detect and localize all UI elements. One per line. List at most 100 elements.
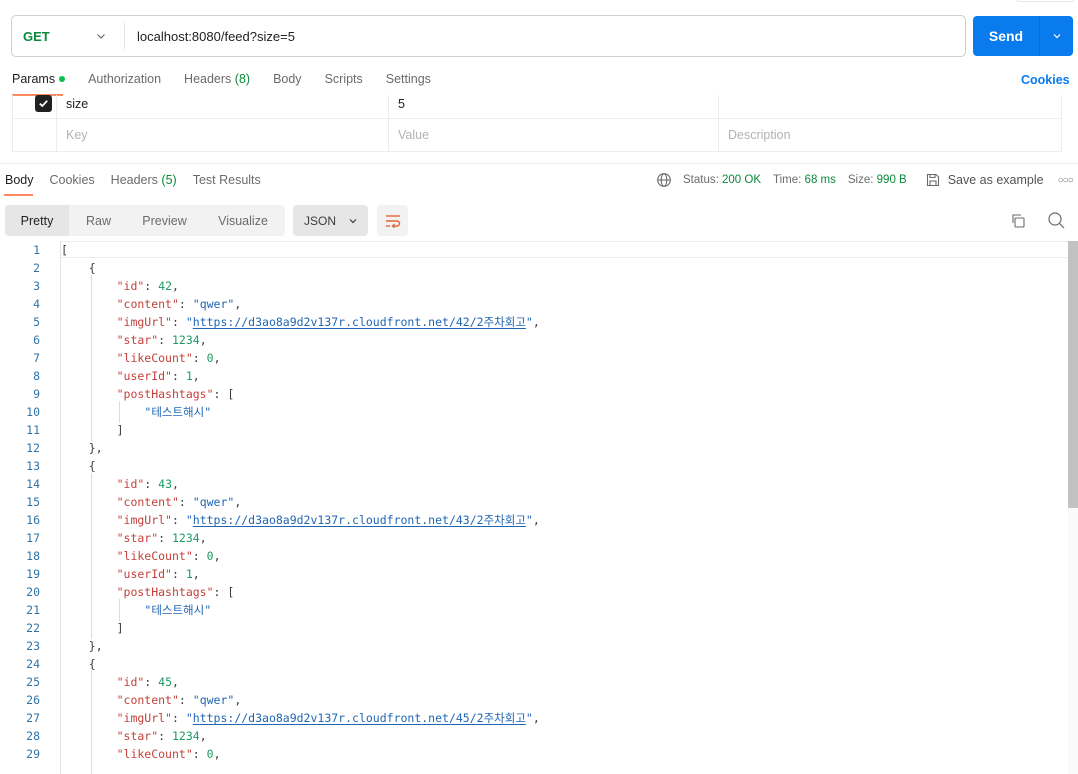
tab-response-headers[interactable]: Headers (5) bbox=[111, 173, 177, 187]
code-line: 18 "likeCount": 0, bbox=[0, 547, 1068, 565]
code-token: "likeCount" bbox=[116, 549, 193, 563]
code-token: : bbox=[192, 351, 207, 365]
tab-authorization[interactable]: Authorization bbox=[88, 72, 161, 90]
code-token: [ bbox=[61, 243, 68, 257]
line-number: 16 bbox=[26, 513, 40, 527]
code-token: , bbox=[532, 513, 540, 527]
line-number: 15 bbox=[26, 495, 40, 509]
line-number: 19 bbox=[26, 567, 40, 581]
editor-scrollbar-thumb[interactable] bbox=[1068, 241, 1078, 508]
code-token: "qwer" bbox=[192, 693, 235, 707]
chevron-down-icon bbox=[1053, 34, 1060, 39]
view-preview[interactable]: Preview bbox=[128, 205, 201, 236]
time-readout[interactable]: Time: 68 ms bbox=[773, 174, 836, 186]
chevron-down-icon bbox=[349, 218, 357, 223]
size-readout[interactable]: Size: 990 B bbox=[848, 174, 907, 186]
param-enabled-checkbox[interactable] bbox=[35, 95, 52, 112]
code-line: 27 "imgUrl": "https://d3ao8a9d2v137r.clou… bbox=[0, 709, 1068, 727]
line-number: 17 bbox=[26, 531, 40, 545]
tab-params[interactable]: Params bbox=[12, 72, 66, 90]
code-token: 1 bbox=[185, 567, 193, 581]
active-response-tab-indicator bbox=[4, 194, 33, 196]
more-options-icon[interactable]: ○○○ bbox=[1058, 175, 1074, 186]
wrap-lines-button[interactable] bbox=[377, 205, 408, 236]
method-select[interactable]: GET bbox=[12, 16, 124, 56]
code-token: }, bbox=[88, 441, 103, 455]
save-as-example-button[interactable]: Save as example bbox=[925, 172, 1044, 188]
code-token: : bbox=[178, 297, 193, 311]
url-link[interactable]: https://d3ao8a9d2v137r.cloudfront.net/42… bbox=[193, 315, 526, 329]
code-token: }, bbox=[88, 639, 103, 653]
code-token: : bbox=[158, 531, 172, 545]
view-raw[interactable]: Raw bbox=[69, 205, 128, 236]
tab-headers[interactable]: Headers (8) bbox=[184, 72, 250, 90]
view-visualize[interactable]: Visualize bbox=[201, 205, 285, 236]
param-value-input[interactable]: Value bbox=[389, 119, 719, 151]
param-description-input[interactable]: Description bbox=[719, 119, 1061, 151]
code-token: " bbox=[185, 711, 193, 725]
indent-guide bbox=[118, 401, 120, 423]
format-select[interactable]: JSON bbox=[293, 205, 368, 236]
code-token: "content" bbox=[116, 693, 179, 707]
code-token: "star" bbox=[116, 333, 159, 347]
url-link[interactable]: https://d3ao8a9d2v137r.cloudfront.net/45… bbox=[193, 711, 526, 725]
code-token: { bbox=[88, 657, 96, 671]
code-line: 3 "id": 42, bbox=[0, 277, 1068, 295]
code-token: { bbox=[88, 459, 96, 473]
status-readout[interactable]: Status: 200 OK bbox=[683, 174, 761, 186]
globe-icon[interactable] bbox=[656, 172, 672, 188]
code-text: ] bbox=[117, 421, 124, 439]
param-key-input[interactable]: Key bbox=[57, 119, 389, 151]
tab-body[interactable]: Body bbox=[273, 72, 302, 90]
code-token: "id" bbox=[116, 675, 145, 689]
url-link[interactable]: https://d3ao8a9d2v137r.cloudfront.net/43… bbox=[193, 513, 526, 527]
tab-test-results[interactable]: Test Results bbox=[193, 173, 261, 187]
code-token: "likeCount" bbox=[116, 351, 193, 365]
tab-response-body[interactable]: Body bbox=[5, 173, 34, 187]
url-input[interactable] bbox=[125, 16, 965, 56]
response-body-editor[interactable]: 1[2{3 "id": 42, 4 "content": "qwer", 5 "imgUr… bbox=[0, 241, 1078, 774]
tab-scripts[interactable]: Scripts bbox=[325, 72, 363, 90]
format-label: JSON bbox=[304, 213, 337, 228]
code-line: 28 "star": 1234, bbox=[0, 727, 1068, 745]
copy-icon[interactable] bbox=[1009, 212, 1026, 229]
tab-response-cookies[interactable]: Cookies bbox=[50, 173, 95, 187]
line-number: 25 bbox=[26, 675, 40, 689]
code-text: "imgUrl": "https://d3ao8a9d2v137r.cloudf… bbox=[117, 709, 540, 727]
code-line: 19 "userId": 1, bbox=[0, 565, 1068, 583]
code-line: 29 "likeCount": 0, bbox=[0, 745, 1068, 763]
param-key[interactable]: size bbox=[57, 95, 389, 118]
tab-settings[interactable]: Settings bbox=[386, 72, 431, 90]
line-number: 26 bbox=[26, 693, 40, 707]
code-line: 1[ bbox=[0, 241, 1068, 259]
code-token: : bbox=[192, 549, 207, 563]
request-response-divider[interactable] bbox=[0, 163, 1078, 164]
line-number: 7 bbox=[33, 351, 40, 365]
code-token: , bbox=[172, 279, 179, 293]
tab-label: Body bbox=[273, 72, 302, 86]
save-as-example-label: Save as example bbox=[947, 173, 1044, 187]
code-line: 21 "테스트해시" bbox=[0, 601, 1068, 619]
code-line: 11] bbox=[0, 421, 1068, 439]
query-params-table: size 5 Key Value Description bbox=[12, 95, 1062, 152]
param-description[interactable] bbox=[719, 95, 1061, 118]
code-line: 14 "id": 43, bbox=[0, 475, 1068, 493]
code-token: ] bbox=[116, 621, 124, 635]
cookies-link[interactable]: Cookies bbox=[1021, 73, 1070, 87]
code-token: 1234 bbox=[172, 729, 200, 743]
code-token: " bbox=[185, 513, 193, 527]
code-token: , bbox=[199, 531, 207, 545]
indent-guide bbox=[90, 671, 92, 774]
view-pretty[interactable]: Pretty bbox=[5, 205, 69, 236]
code-token: "id" bbox=[116, 279, 145, 293]
send-button[interactable]: Send bbox=[973, 16, 1040, 56]
code-text: "userId": 1, bbox=[117, 367, 200, 385]
search-icon[interactable] bbox=[1047, 211, 1066, 230]
param-value[interactable]: 5 bbox=[389, 95, 719, 118]
send-options-button[interactable] bbox=[1040, 16, 1073, 56]
code-line: 8 "userId": 1, bbox=[0, 367, 1068, 385]
chevron-down-icon bbox=[97, 34, 105, 39]
code-token: 1234 bbox=[172, 333, 200, 347]
code-token: 42 bbox=[158, 279, 173, 293]
code-token: , bbox=[199, 333, 207, 347]
